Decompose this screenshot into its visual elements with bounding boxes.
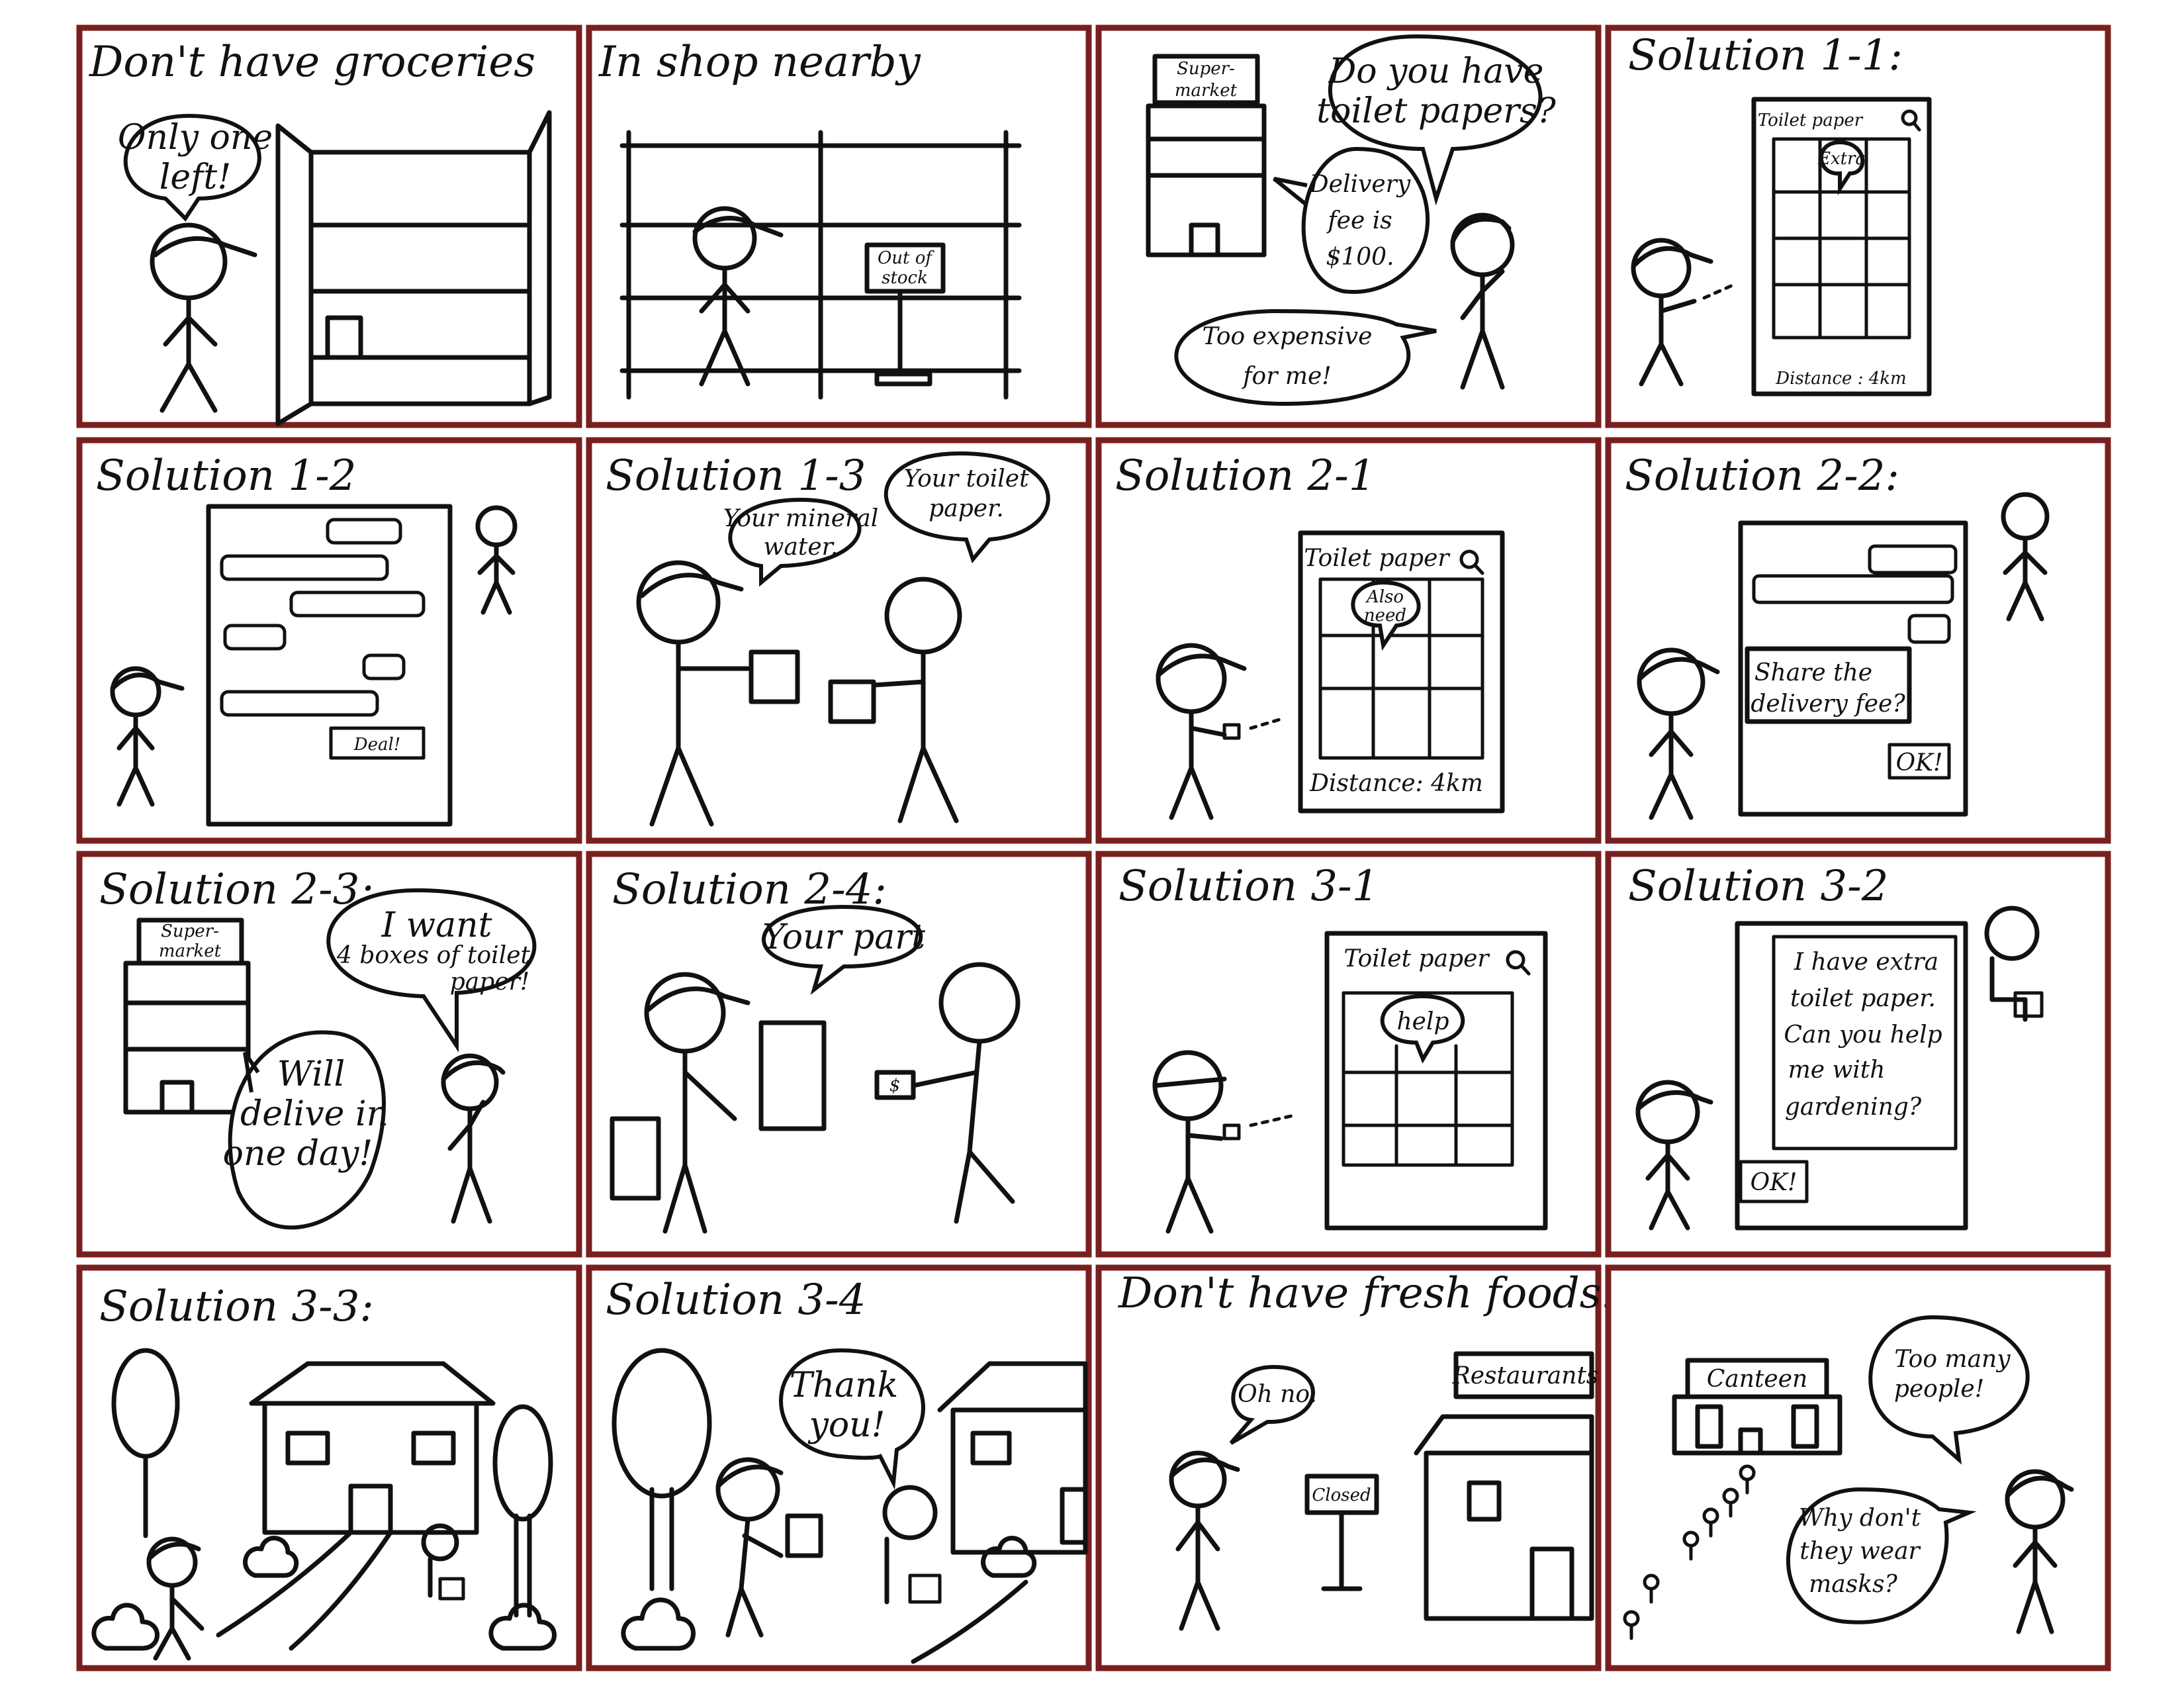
svg-text:left!: left! (159, 158, 231, 197)
panel-2: In shop nearby Out of stock (586, 24, 1092, 428)
svg-text:Also: Also (1365, 587, 1404, 607)
svg-text:need: need (1364, 606, 1406, 626)
svg-text:OK!: OK! (1896, 749, 1943, 776)
panel-4: Solution 1-1: Toilet paper Extra Distanc… (1605, 24, 2111, 428)
panel-title: Don't have groceries (89, 38, 535, 87)
svg-text:paper.: paper. (929, 495, 1004, 522)
svg-text:gardening?: gardening? (1785, 1094, 1922, 1121)
panel-14: Solution 3-4 Thank you! (586, 1264, 1092, 1671)
svg-text:Thank: Thank (790, 1366, 898, 1405)
svg-text:Do you have: Do you have (1328, 52, 1544, 91)
svg-text:Extra: Extra (1817, 149, 1866, 169)
panel-title: Solution 1-3 (606, 451, 866, 500)
panel-title: Solution 1-2 (96, 451, 356, 500)
panel-title: Solution 2-3: (99, 865, 374, 914)
svg-text:Delivery: Delivery (1309, 171, 1411, 198)
svg-text:paper!: paper! (450, 968, 530, 996)
svg-text:Super-: Super- (1177, 59, 1235, 79)
panel-9: Solution 2-3: Super- market I want 4 box… (76, 851, 582, 1258)
svg-text:one day!: one day! (223, 1134, 373, 1174)
panel-frame (586, 1264, 1092, 1671)
svg-text:Canteen: Canteen (1707, 1366, 1807, 1393)
svg-text:delivery fee?: delivery fee? (1751, 690, 1905, 718)
panel-15: Don't have fresh foods: Oh no. Closed Re… (1095, 1264, 1615, 1671)
svg-text:Share the: Share the (1754, 659, 1872, 686)
svg-text:fee is: fee is (1326, 207, 1392, 234)
search-label: Toilet paper (1304, 545, 1450, 572)
panel-title: Solution 1-1: (1628, 31, 1903, 80)
panel-title: Solution 3-1 (1118, 862, 1379, 911)
svg-text:me with: me with (1788, 1056, 1886, 1084)
panel-title: Solution 3-3: (99, 1282, 374, 1331)
svg-text:for me!: for me! (1241, 363, 1332, 390)
svg-text:Super-: Super- (161, 921, 219, 941)
distance-label: Distance: 4km (1309, 770, 1483, 797)
svg-text:OK!: OK! (1751, 1169, 1797, 1196)
panel-5: Solution 1-2 Deal! (76, 437, 582, 844)
svg-text:$: $ (889, 1076, 901, 1096)
svg-text:Only one: Only one (118, 118, 273, 158)
svg-text:toilet papers?: toilet papers? (1316, 91, 1557, 131)
svg-text:I have extra: I have extra (1794, 949, 1938, 976)
svg-text:Out of: Out of (878, 248, 934, 268)
svg-text:stock: stock (882, 268, 928, 288)
svg-text:masks?: masks? (1809, 1571, 1897, 1598)
svg-text:Can you help: Can you help (1784, 1021, 1942, 1049)
panel-10: Solution 2-4: Your part $ (586, 851, 1092, 1258)
svg-text:Restaurants: Restaurants (1452, 1362, 1599, 1389)
panel-7: Solution 2-1 Toilet paper Also need Dist… (1095, 437, 1602, 844)
search-label: Toilet paper (1343, 945, 1490, 972)
panel-title: Don't have fresh foods: (1118, 1269, 1615, 1318)
panel-title: Solution 2-1 (1115, 451, 1375, 500)
panel-11: Solution 3-1 Toilet paper help (1095, 851, 1602, 1258)
panel-title: Solution 2-2: (1625, 451, 1899, 500)
panel-title: Solution 3-2 (1628, 862, 1888, 911)
panel-3: Super- market Do you have toilet papers?… (1095, 24, 1602, 428)
panel-13: Solution 3-3: (76, 1264, 582, 1671)
svg-text:Why don't: Why don't (1799, 1505, 1921, 1532)
svg-text:Will: Will (277, 1055, 345, 1094)
panel-title: In shop nearby (598, 38, 921, 87)
panel-frame (1605, 24, 2111, 428)
svg-text:Your toilet: Your toilet (903, 465, 1029, 492)
panel-12: Solution 3-2 I have extra toilet paper. … (1605, 851, 2111, 1258)
svg-text:help: help (1396, 1008, 1449, 1035)
svg-text:I want: I want (381, 906, 492, 945)
storyboard-canvas: Don't have groceries Only one left! In s… (76, 24, 2111, 1671)
svg-text:Your mineral: Your mineral (723, 505, 878, 532)
svg-text:you!: you! (807, 1405, 885, 1445)
panel-1: Don't have groceries Only one left! (76, 24, 582, 428)
panel-title: Solution 3-4 (606, 1276, 866, 1325)
svg-text:Deal!: Deal! (353, 735, 401, 755)
storyboard-sheet: Don't have groceries Only one left! In s… (0, 0, 2184, 1688)
svg-text:they wear: they wear (1799, 1538, 1921, 1565)
svg-text:Closed: Closed (1312, 1485, 1371, 1505)
svg-text:Your part: Your part (762, 917, 925, 957)
ok-button[interactable]: OK! (1888, 743, 1951, 780)
svg-text:Too many: Too many (1894, 1346, 2011, 1373)
svg-text:water.: water. (764, 534, 839, 561)
distance-label: Distance : 4km (1775, 369, 1906, 389)
svg-text:delive in: delive in (240, 1094, 388, 1134)
svg-text:market: market (1175, 81, 1238, 101)
panel-16: Canteen Too many people! Why don't they … (1605, 1264, 2111, 1671)
panel-8: Solution 2-2: Share the delivery fee? OK… (1605, 437, 2111, 844)
panel-6: Solution 1-3 Your mineral water. Your to… (586, 437, 1092, 844)
svg-text:toilet paper.: toilet paper. (1790, 985, 1936, 1012)
svg-text:people!: people! (1894, 1376, 1984, 1403)
panel-frame (1605, 851, 2111, 1258)
svg-text:4 boxes of toilet: 4 boxes of toilet (336, 942, 531, 969)
search-label: Toilet paper (1758, 111, 1864, 130)
svg-text:market: market (159, 941, 222, 961)
svg-text:$100.: $100. (1326, 244, 1394, 271)
svg-text:Oh no.: Oh no. (1238, 1381, 1317, 1408)
svg-text:Too expensive: Too expensive (1203, 323, 1373, 350)
